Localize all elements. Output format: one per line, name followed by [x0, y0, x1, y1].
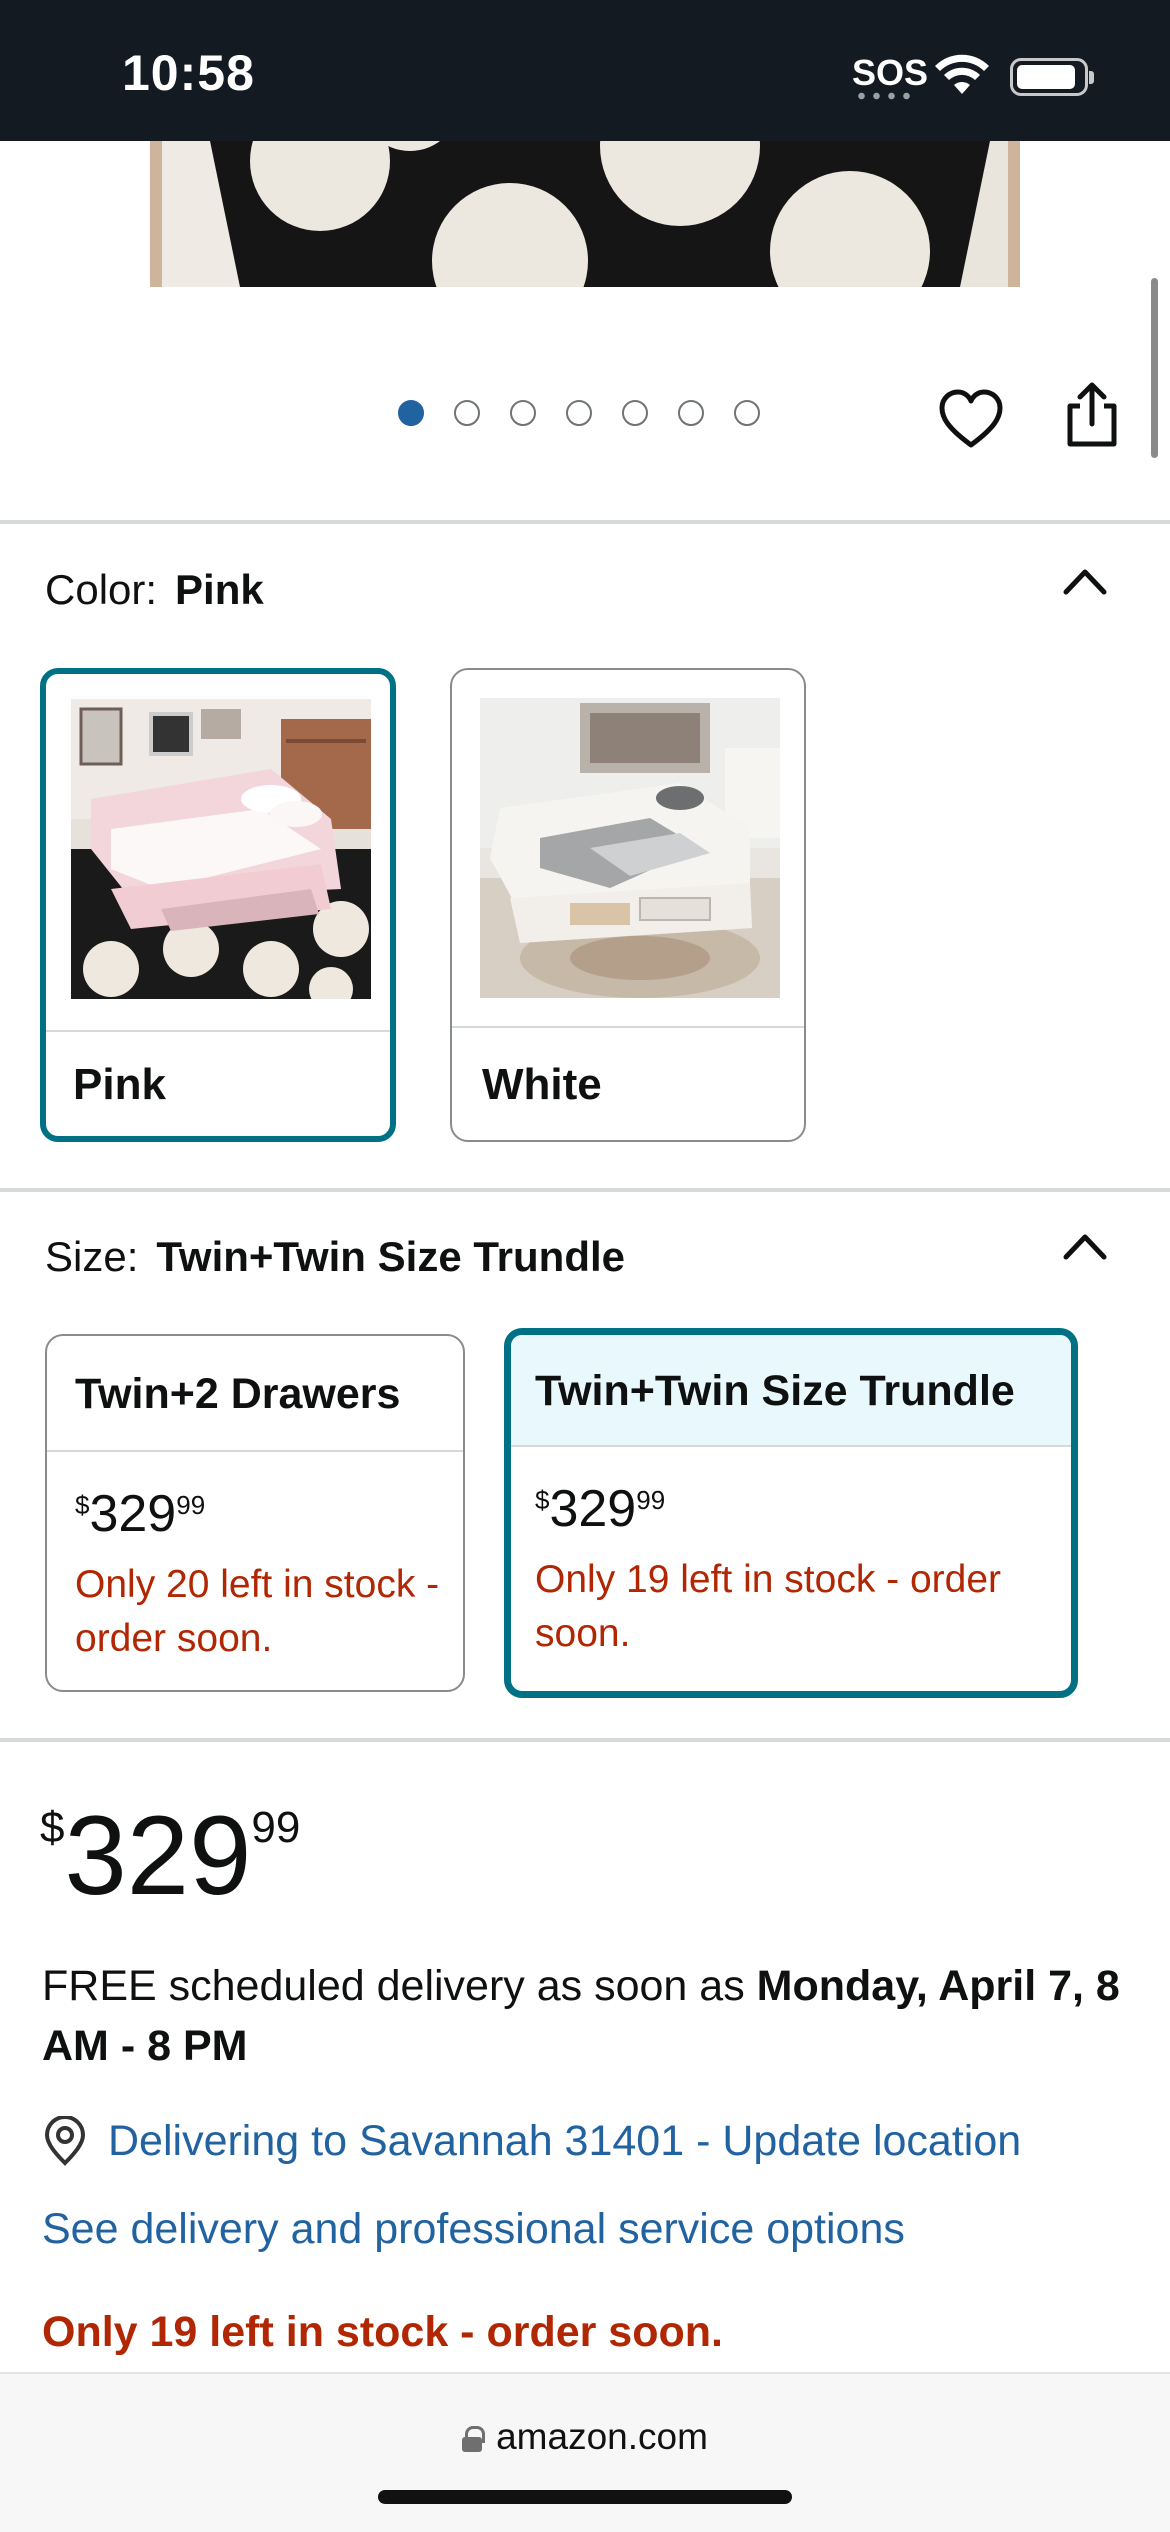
status-time: 10:58: [122, 45, 255, 101]
carousel-dot[interactable]: [566, 400, 592, 426]
size-option-price: $32999: [75, 1485, 206, 1543]
location-pin-icon: [44, 2116, 86, 2166]
update-location-link[interactable]: Delivering to Savannah 31401 - Update lo…: [108, 2117, 1021, 2166]
size-label-text: Size:: [45, 1233, 139, 1280]
delivery-message: FREE scheduled delivery as soon as Monda…: [42, 1962, 1120, 2070]
url-text: amazon.com: [496, 2416, 708, 2457]
size-option-stock: Only 20 left in stock - order soon.: [75, 1563, 440, 1660]
product-price: $32999: [40, 1793, 301, 1918]
swatch-divider: [452, 1026, 804, 1028]
status-bar: 10:58 SOS: [0, 0, 1170, 141]
color-option-label: Pink: [73, 1060, 166, 1109]
carousel-dot[interactable]: [454, 400, 480, 426]
product-image[interactable]: [150, 141, 1020, 287]
carousel-dot[interactable]: [678, 400, 704, 426]
stock-status: Only 19 left in stock - order soon.: [42, 2308, 723, 2356]
divider: [0, 1188, 1170, 1192]
signal-dots-icon: [854, 92, 914, 100]
battery-icon: [1010, 58, 1094, 96]
color-label-text: Color:: [45, 566, 158, 613]
divider: [0, 1738, 1170, 1742]
share-icon[interactable]: [1062, 382, 1122, 448]
size-option-price: $32999: [535, 1480, 666, 1538]
selected-size: Twin+Twin Size Trundle: [156, 1233, 626, 1280]
carousel-dot[interactable]: [398, 400, 424, 426]
wifi-icon: [935, 54, 989, 94]
sos-indicator: SOS: [852, 52, 929, 93]
browser-address-bar[interactable]: amazon.com: [0, 2372, 1170, 2532]
carousel-dot[interactable]: [734, 400, 760, 426]
size-label: Size: Twin+Twin Size Trundle: [45, 1233, 625, 1281]
delivery-location[interactable]: Delivering to Savannah 31401 - Update lo…: [42, 2116, 1021, 2166]
image-carousel-dots[interactable]: [398, 400, 760, 426]
url-display[interactable]: amazon.com: [0, 2416, 1170, 2458]
selected-color: Pink: [175, 566, 264, 613]
chevron-up-icon[interactable]: [1062, 1231, 1108, 1261]
delivery-options-link[interactable]: See delivery and professional service op…: [42, 2205, 905, 2254]
size-option-stock: Only 19 left in stock - order soon.: [535, 1558, 1002, 1655]
chevron-up-icon[interactable]: [1062, 566, 1108, 596]
carousel-dot[interactable]: [622, 400, 648, 426]
color-option-pink[interactable]: Pink: [40, 668, 396, 1142]
size-option-twin-twin-trundle[interactable]: Twin+Twin Size Trundle $32999 Only 19 le…: [504, 1328, 1078, 1698]
heart-icon[interactable]: [938, 388, 1004, 450]
lock-icon: [462, 2426, 486, 2452]
size-option-name: Twin+2 Drawers: [47, 1336, 463, 1452]
divider: [0, 520, 1170, 524]
swatch-divider: [46, 1030, 390, 1032]
white-daybed-thumbnail: [480, 698, 780, 998]
color-label: Color: Pink: [45, 566, 264, 614]
pink-daybed-thumbnail: [71, 699, 371, 999]
color-option-white[interactable]: White: [450, 668, 806, 1142]
color-option-label: White: [482, 1060, 602, 1109]
carousel-dot[interactable]: [510, 400, 536, 426]
page-scrollbar[interactable]: [1151, 278, 1158, 458]
size-option-twin-2-drawers[interactable]: Twin+2 Drawers $32999 Only 20 left in st…: [45, 1334, 465, 1692]
size-option-name: Twin+Twin Size Trundle: [511, 1335, 1071, 1447]
home-indicator[interactable]: [378, 2490, 792, 2504]
